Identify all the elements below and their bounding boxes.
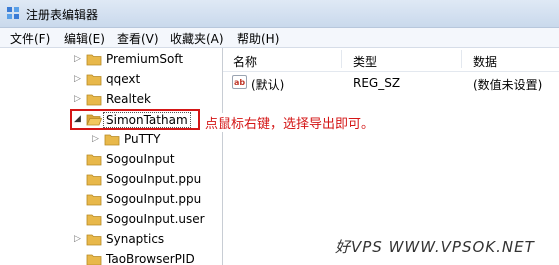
- expand-arrow-icon[interactable]: ▷: [74, 74, 81, 84]
- tree-item-label[interactable]: qqext: [106, 72, 140, 86]
- tree-item-qqext[interactable]: ▷ qqext: [0, 70, 222, 89]
- tree-item-label[interactable]: PuTTY: [124, 132, 160, 146]
- tree-item-label[interactable]: PremiumSoft: [106, 52, 183, 66]
- watermark: 好VPS WWW.VPSOK.NET: [335, 238, 535, 256]
- tree-item-label[interactable]: Realtek: [106, 92, 151, 106]
- tree-item-label[interactable]: TaoBrowserPID: [106, 252, 195, 265]
- registry-editor-icon: [7, 7, 19, 19]
- folder-icon: [86, 234, 102, 246]
- tree-item-premiumsoft[interactable]: ▷ PremiumSoft: [0, 50, 222, 69]
- values-list[interactable]: 名称 类型 数据 ab (默认) REG_SZ (数值未设置): [223, 48, 559, 265]
- folder-icon: [86, 214, 102, 226]
- folder-icon: [86, 154, 102, 166]
- column-header-name[interactable]: 名称: [233, 53, 257, 70]
- folder-icon: [86, 54, 102, 66]
- menu-favorites[interactable]: 收藏夹(A): [170, 30, 224, 47]
- expand-arrow-icon[interactable]: ▷: [74, 94, 81, 104]
- column-header-data[interactable]: 数据: [473, 53, 497, 70]
- tree-item-sogouinput-ppu-1[interactable]: SogouInput.ppu: [0, 170, 222, 189]
- value-name[interactable]: (默认): [251, 76, 284, 93]
- tree-item-taobrowserpid[interactable]: TaoBrowserPID: [0, 250, 222, 265]
- menu-file[interactable]: 文件(F): [10, 30, 50, 47]
- expand-arrow-icon[interactable]: ▷: [74, 54, 81, 64]
- tree-item-label[interactable]: SogouInput: [106, 152, 175, 166]
- menu-view[interactable]: 查看(V): [117, 30, 159, 47]
- tree-item-label[interactable]: SogouInput.user: [106, 212, 205, 226]
- expand-arrow-icon[interactable]: ▷: [74, 234, 81, 244]
- folder-icon: [104, 134, 120, 146]
- list-header: 名称 类型 数据: [223, 48, 559, 72]
- tree-item-sogouinput[interactable]: SogouInput: [0, 150, 222, 169]
- column-divider[interactable]: [341, 50, 342, 68]
- folder-icon: [86, 174, 102, 186]
- window-title: 注册表编辑器: [26, 8, 99, 22]
- tree-item-realtek[interactable]: ▷ Realtek: [0, 90, 222, 109]
- folder-icon: [86, 194, 102, 206]
- expand-arrow-icon[interactable]: ▷: [92, 134, 99, 144]
- list-row[interactable]: ab (默认) REG_SZ (数值未设置): [223, 73, 559, 93]
- string-value-icon: ab: [232, 75, 247, 89]
- folder-icon: [86, 74, 102, 86]
- tree-item-sogouinput-user[interactable]: SogouInput.user: [0, 210, 222, 229]
- value-data: (数值未设置): [473, 78, 543, 92]
- value-type: REG_SZ: [353, 76, 401, 90]
- column-header-type[interactable]: 类型: [353, 53, 377, 70]
- menu-bar: 文件(F) 编辑(E) 查看(V) 收藏夹(A) 帮助(H): [0, 28, 559, 48]
- highlight-box: [70, 109, 200, 130]
- annotation-text: 点鼠标右键，选择导出即可。: [205, 113, 377, 132]
- folder-icon: [86, 94, 102, 106]
- tree-item-label[interactable]: SogouInput.ppu: [106, 172, 201, 186]
- tree-item-synaptics[interactable]: ▷ Synaptics: [0, 230, 222, 249]
- tree-item-putty[interactable]: ▷ PuTTY: [0, 130, 222, 149]
- tree-item-label[interactable]: Synaptics: [106, 232, 164, 246]
- folder-icon: [86, 254, 102, 265]
- title-bar: 注册表编辑器: [0, 0, 559, 28]
- menu-help[interactable]: 帮助(H): [237, 30, 279, 47]
- tree-item-label[interactable]: SogouInput.ppu: [106, 192, 201, 206]
- tree-item-sogouinput-ppu-2[interactable]: SogouInput.ppu: [0, 190, 222, 209]
- registry-tree[interactable]: ▷ PremiumSoft ▷ qqext ▷ Realtek ◢ SimonT…: [0, 48, 223, 265]
- column-divider[interactable]: [461, 50, 462, 68]
- menu-edit[interactable]: 编辑(E): [64, 30, 105, 47]
